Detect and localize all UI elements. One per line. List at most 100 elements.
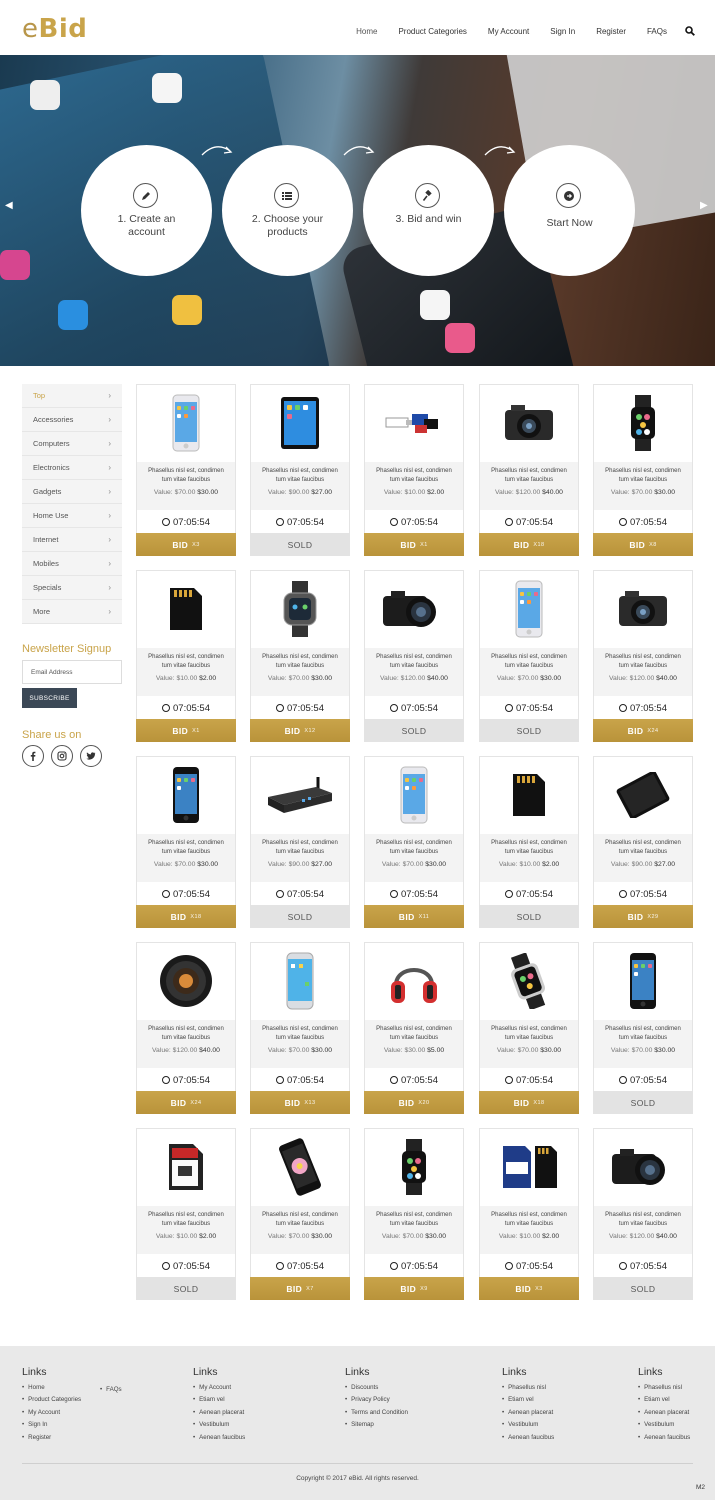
- category-item-gadgets[interactable]: Gadgets ›: [22, 480, 122, 504]
- category-item-internet[interactable]: Internet ›: [22, 528, 122, 552]
- product-card[interactable]: Phasellus nisl est, condimen tum vitae fa…: [364, 1128, 464, 1300]
- footer-link[interactable]: Phasellus nisl: [502, 1382, 554, 1394]
- category-item-specials[interactable]: Specials ›: [22, 576, 122, 600]
- product-card[interactable]: Phasellus nisl est, condimen tum vitae fa…: [136, 570, 236, 742]
- product-image[interactable]: [480, 757, 578, 833]
- bid-button[interactable]: BID X20: [364, 1091, 464, 1114]
- step-start-now[interactable]: Start Now: [504, 145, 635, 276]
- footer-link[interactable]: Aenean placerat: [502, 1407, 554, 1419]
- product-card[interactable]: Phasellus nisl est, condimen tum vitae fa…: [479, 942, 579, 1114]
- nav-register[interactable]: Register: [596, 27, 626, 36]
- step-bid-and-win[interactable]: 3. Bid and win: [363, 145, 494, 276]
- hero-next-arrow[interactable]: ▶: [700, 200, 712, 212]
- product-image[interactable]: [251, 571, 349, 647]
- product-image[interactable]: [137, 571, 235, 647]
- product-card[interactable]: Phasellus nisl est, condimen tum vitae fa…: [250, 384, 350, 556]
- footer-link[interactable]: Privacy Policy: [345, 1394, 408, 1406]
- product-card[interactable]: Phasellus nisl est, condimen tum vitae fa…: [364, 756, 464, 928]
- bid-button[interactable]: BID X8: [593, 533, 693, 556]
- bid-button[interactable]: BID X7: [250, 1277, 350, 1300]
- footer-link[interactable]: Vestibulum: [193, 1419, 245, 1431]
- product-card[interactable]: Phasellus nisl est, condimen tum vitae fa…: [479, 384, 579, 556]
- product-image[interactable]: [365, 1129, 463, 1205]
- category-item-top[interactable]: Top ›: [22, 384, 122, 408]
- category-item-electronics[interactable]: Electronics ›: [22, 456, 122, 480]
- newsletter-email-input[interactable]: Email Address: [22, 660, 122, 684]
- nav-product-categories[interactable]: Product Categories: [398, 27, 466, 36]
- bid-button[interactable]: BID X24: [593, 719, 693, 742]
- footer-link[interactable]: Etiam vel: [502, 1394, 554, 1406]
- product-image[interactable]: [251, 385, 349, 461]
- subscribe-button[interactable]: SUBSCRIBE: [22, 688, 77, 708]
- footer-link[interactable]: Etiam vel: [193, 1394, 245, 1406]
- product-card[interactable]: Phasellus nisl est, condimen tum vitae fa…: [479, 570, 579, 742]
- product-image[interactable]: [365, 757, 463, 833]
- product-image[interactable]: [137, 757, 235, 833]
- product-card[interactable]: Phasellus nisl est, condimen tum vitae fa…: [364, 942, 464, 1114]
- product-image[interactable]: [594, 571, 692, 647]
- category-item-home-use[interactable]: Home Use ›: [22, 504, 122, 528]
- twitter-icon[interactable]: [80, 745, 102, 767]
- product-card[interactable]: Phasellus nisl est, condimen tum vitae fa…: [479, 756, 579, 928]
- product-image[interactable]: [251, 757, 349, 833]
- bid-button[interactable]: BID X9: [364, 1277, 464, 1300]
- nav-home[interactable]: Home: [356, 27, 377, 36]
- nav-my-account[interactable]: My Account: [488, 27, 529, 36]
- bid-button[interactable]: BID X18: [479, 1091, 579, 1114]
- bid-button[interactable]: BID X13: [250, 1091, 350, 1114]
- product-card[interactable]: Phasellus nisl est, condimen tum vitae fa…: [250, 756, 350, 928]
- product-card[interactable]: Phasellus nisl est, condimen tum vitae fa…: [364, 384, 464, 556]
- product-card[interactable]: Phasellus nisl est, condimen tum vitae fa…: [593, 756, 693, 928]
- search-icon[interactable]: [685, 26, 695, 36]
- bid-button[interactable]: BID X1: [136, 719, 236, 742]
- step-choose-products[interactable]: 2. Choose your products: [222, 145, 353, 276]
- product-card[interactable]: Phasellus nisl est, condimen tum vitae fa…: [136, 384, 236, 556]
- product-image[interactable]: [251, 1129, 349, 1205]
- product-card[interactable]: Phasellus nisl est, condimen tum vitae fa…: [593, 384, 693, 556]
- footer-link[interactable]: Phasellus nisl: [638, 1382, 690, 1394]
- product-card[interactable]: Phasellus nisl est, condimen tum vitae fa…: [593, 570, 693, 742]
- bid-button[interactable]: BID X1: [364, 533, 464, 556]
- footer-link[interactable]: Register: [22, 1432, 81, 1444]
- nav-sign-in[interactable]: Sign In: [550, 27, 575, 36]
- footer-link[interactable]: Vestibulum: [638, 1419, 690, 1431]
- product-image[interactable]: [594, 943, 692, 1019]
- nav-faqs[interactable]: FAQs: [647, 27, 667, 36]
- product-card[interactable]: Phasellus nisl est, condimen tum vitae fa…: [136, 1128, 236, 1300]
- category-item-mobiles[interactable]: Mobiles ›: [22, 552, 122, 576]
- product-image[interactable]: [594, 385, 692, 461]
- product-image[interactable]: [480, 385, 578, 461]
- product-card[interactable]: Phasellus nisl est, condimen tum vitae fa…: [136, 756, 236, 928]
- footer-link[interactable]: My Account: [193, 1382, 245, 1394]
- bid-button[interactable]: BID X24: [136, 1091, 236, 1114]
- bid-button[interactable]: BID X18: [136, 905, 236, 928]
- product-image[interactable]: [365, 943, 463, 1019]
- category-item-accessories[interactable]: Accessories ›: [22, 408, 122, 432]
- footer-link[interactable]: Etiam vel: [638, 1394, 690, 1406]
- footer-link[interactable]: My Account: [22, 1407, 81, 1419]
- product-card[interactable]: Phasellus nisl est, condimen tum vitae fa…: [593, 1128, 693, 1300]
- footer-link[interactable]: Sign In: [22, 1419, 81, 1431]
- footer-link[interactable]: Aenean faucibus: [638, 1432, 690, 1444]
- product-image[interactable]: [137, 943, 235, 1019]
- footer-link[interactable]: Aenean faucibus: [502, 1432, 554, 1444]
- product-image[interactable]: [480, 943, 578, 1019]
- product-image[interactable]: [365, 571, 463, 647]
- bid-button[interactable]: BID X12: [250, 719, 350, 742]
- product-card[interactable]: Phasellus nisl est, condimen tum vitae fa…: [136, 942, 236, 1114]
- footer-link[interactable]: Vestibulum: [502, 1419, 554, 1431]
- product-image[interactable]: [137, 1129, 235, 1205]
- product-card[interactable]: Phasellus nisl est, condimen tum vitae fa…: [364, 570, 464, 742]
- product-image[interactable]: [480, 571, 578, 647]
- product-card[interactable]: Phasellus nisl est, condimen tum vitae fa…: [479, 1128, 579, 1300]
- footer-link[interactable]: Discounts: [345, 1382, 408, 1394]
- product-card[interactable]: Phasellus nisl est, condimen tum vitae fa…: [250, 942, 350, 1114]
- bid-button[interactable]: BID X29: [593, 905, 693, 928]
- hero-prev-arrow[interactable]: ◀: [5, 200, 17, 212]
- footer-link[interactable]: Aenean placerat: [193, 1407, 245, 1419]
- product-image[interactable]: [480, 1129, 578, 1205]
- bid-button[interactable]: BID X3: [479, 1277, 579, 1300]
- footer-link[interactable]: Home: [22, 1382, 81, 1394]
- bid-button[interactable]: BID X11: [364, 905, 464, 928]
- site-logo[interactable]: eBid: [22, 14, 87, 44]
